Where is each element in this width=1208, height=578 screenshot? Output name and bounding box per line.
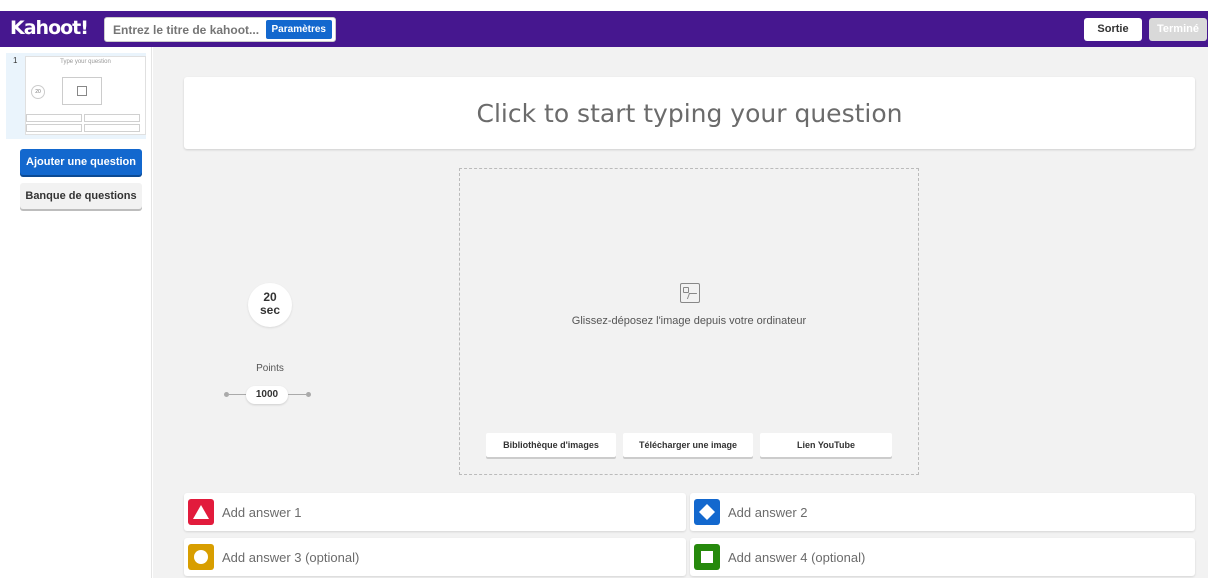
top-bar: Kahoot! Paramètres Sortie Terminé bbox=[0, 11, 1208, 47]
answer-3-field[interactable]: Add answer 3 (optional) bbox=[184, 538, 686, 576]
kahoot-logo[interactable]: Kahoot! bbox=[10, 17, 89, 39]
media-dropzone[interactable]: Glissez-déposez l'image depuis votre ord… bbox=[459, 168, 919, 475]
settings-button[interactable]: Paramètres bbox=[265, 20, 332, 39]
triangle-icon bbox=[188, 499, 214, 525]
points-line-left bbox=[229, 394, 246, 395]
answer-1-field[interactable]: Add answer 1 bbox=[184, 493, 686, 531]
circle-icon bbox=[188, 544, 214, 570]
kahoot-title-input[interactable] bbox=[113, 22, 261, 38]
points-line-right bbox=[288, 394, 306, 395]
kahoot-title-field[interactable]: Paramètres bbox=[104, 17, 336, 42]
points-value[interactable]: 1000 bbox=[246, 386, 288, 404]
image-icon bbox=[77, 86, 87, 96]
add-question-button[interactable]: Ajouter une question bbox=[20, 149, 142, 175]
thumbnail-timer: 20 bbox=[31, 85, 45, 99]
answer-1-placeholder: Add answer 1 bbox=[222, 505, 302, 520]
slide-thumbnail-preview: Type your question 20 bbox=[25, 56, 146, 135]
time-limit-button[interactable]: 20 sec bbox=[248, 283, 292, 327]
answer-2-placeholder: Add answer 2 bbox=[728, 505, 808, 520]
image-library-button[interactable]: Bibliothèque d'images bbox=[486, 433, 616, 457]
done-button[interactable]: Terminé bbox=[1149, 18, 1207, 41]
upload-image-button[interactable]: Télécharger une image bbox=[623, 433, 753, 457]
image-icon bbox=[680, 283, 700, 303]
exit-button[interactable]: Sortie bbox=[1084, 18, 1142, 41]
question-bank-button[interactable]: Banque de questions bbox=[20, 183, 142, 209]
question-input[interactable]: Click to start typing your question bbox=[184, 77, 1195, 149]
timer-unit: sec bbox=[259, 303, 281, 317]
points-label: Points bbox=[256, 363, 284, 374]
thumbnail-answer bbox=[26, 124, 82, 132]
points-increase-dot[interactable] bbox=[306, 392, 311, 397]
answer-2-field[interactable]: Add answer 2 bbox=[690, 493, 1195, 531]
thumbnail-answer bbox=[26, 114, 82, 122]
youtube-link-button[interactable]: Lien YouTube bbox=[760, 433, 892, 457]
diamond-icon bbox=[694, 499, 720, 525]
slide-number: 1 bbox=[13, 56, 18, 65]
thumbnail-question-text: Type your question bbox=[60, 59, 111, 65]
points-selector[interactable]: 1000 bbox=[224, 386, 314, 404]
top-strip bbox=[0, 0, 1208, 11]
editor-canvas: Click to start typing your question 20 s… bbox=[153, 47, 1208, 578]
thumbnail-image-placeholder bbox=[62, 77, 102, 105]
thumbnail-answer bbox=[84, 114, 140, 122]
answer-4-field[interactable]: Add answer 4 (optional) bbox=[690, 538, 1195, 576]
answer-3-placeholder: Add answer 3 (optional) bbox=[222, 550, 360, 565]
question-placeholder: Click to start typing your question bbox=[476, 99, 903, 128]
answer-4-placeholder: Add answer 4 (optional) bbox=[728, 550, 866, 565]
square-icon bbox=[694, 544, 720, 570]
thumbnail-answer bbox=[84, 124, 140, 132]
dropzone-text: Glissez-déposez l'image depuis votre ord… bbox=[571, 315, 807, 327]
slide-thumbnail[interactable]: Type your question 20 bbox=[6, 53, 146, 139]
slides-sidebar: Type your question 20 1 Ajouter une ques… bbox=[0, 47, 152, 578]
